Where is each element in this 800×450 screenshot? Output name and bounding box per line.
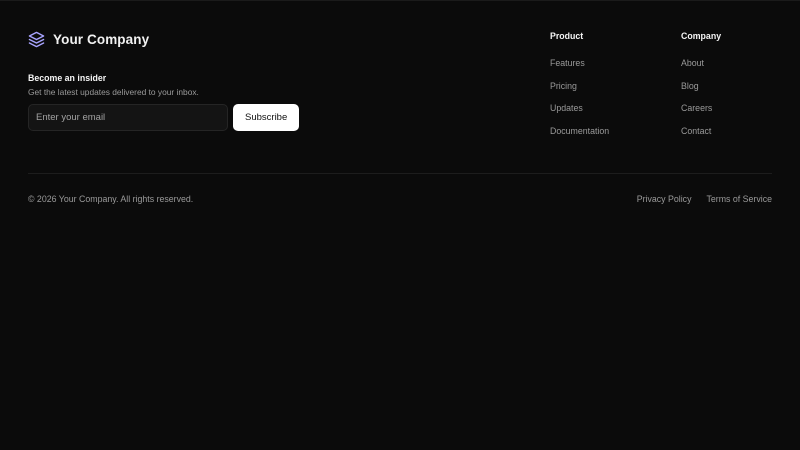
- link-features[interactable]: Features: [550, 58, 585, 68]
- company-column-title: Company: [681, 31, 722, 41]
- subscribe-form: Subscribe: [28, 104, 328, 131]
- email-input[interactable]: [28, 104, 228, 131]
- product-column: Product Features Pricing Updates Documen…: [550, 31, 609, 143]
- list-item: Updates: [550, 98, 609, 121]
- subscribe-button[interactable]: Subscribe: [233, 104, 300, 131]
- link-documentation[interactable]: Documentation: [550, 126, 609, 136]
- link-careers[interactable]: Careers: [681, 103, 712, 113]
- brand[interactable]: Your Company: [28, 31, 149, 48]
- list-item: Blog: [681, 76, 721, 99]
- list-item: Documentation: [550, 121, 609, 144]
- link-pricing[interactable]: Pricing: [550, 81, 577, 91]
- brand-name: Your Company: [53, 32, 150, 47]
- newsletter-section: Become an insider Get the latest updates…: [28, 73, 328, 131]
- link-updates[interactable]: Updates: [550, 103, 583, 113]
- footer-divider: [28, 173, 772, 174]
- list-item: Careers: [681, 98, 721, 121]
- link-blog[interactable]: Blog: [681, 81, 699, 91]
- product-links: Features Pricing Updates Documentation: [550, 53, 609, 143]
- link-about[interactable]: About: [681, 58, 704, 68]
- layers-icon: [28, 31, 45, 48]
- copyright-text: © 2026 Your Company. All rights reserved…: [28, 194, 194, 204]
- company-column: Company About Blog Careers Contact: [681, 31, 721, 143]
- list-item: Contact: [681, 121, 721, 144]
- terms-of-service-link[interactable]: Terms of Service: [706, 194, 772, 204]
- privacy-policy-link[interactable]: Privacy Policy: [637, 194, 692, 204]
- product-column-title: Product: [550, 31, 584, 41]
- legal-links: Privacy Policy Terms of Service: [637, 194, 772, 204]
- newsletter-title: Become an insider: [28, 73, 107, 83]
- newsletter-description: Get the latest updates delivered to your…: [28, 87, 199, 97]
- list-item: About: [681, 53, 721, 76]
- company-links: About Blog Careers Contact: [681, 53, 721, 143]
- list-item: Pricing: [550, 76, 609, 99]
- footer-page: Your Company Become an insider Get the l…: [0, 0, 800, 450]
- link-contact[interactable]: Contact: [681, 126, 711, 136]
- list-item: Features: [550, 53, 609, 76]
